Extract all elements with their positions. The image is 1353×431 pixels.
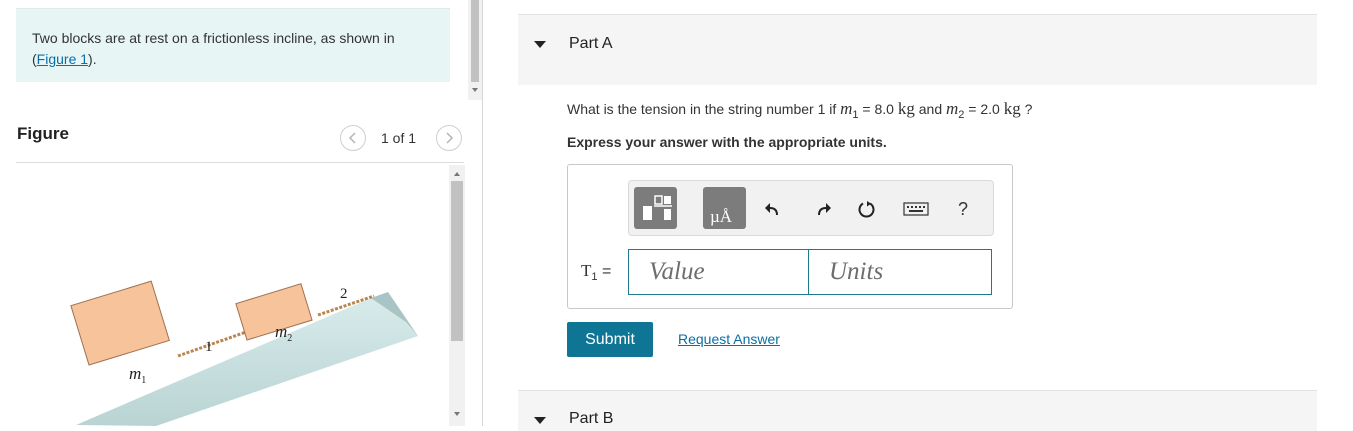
mu-angstrom-icon: µÅ [710, 207, 733, 226]
answer-var: T [581, 261, 592, 280]
figure-counter: 1 of 1 [381, 130, 417, 146]
question-end: ? [1020, 101, 1033, 117]
caret-down-icon[interactable] [534, 417, 546, 424]
math-toolbar: µÅ ? [628, 180, 994, 236]
value-placeholder: Value [649, 258, 705, 285]
question-prefix: What is the tension in the string number… [567, 101, 841, 117]
instruction-text: Express your answer with the appropriate… [567, 134, 887, 150]
m2-var: m [946, 99, 959, 118]
left-pane: Two blocks are at rest on a frictionless… [0, 0, 482, 426]
scroll-up-icon[interactable] [454, 172, 460, 176]
templates-button[interactable] [634, 187, 677, 229]
problem-text-suffix: ). [88, 51, 97, 67]
part-a-header[interactable]: Part A [518, 14, 1317, 85]
mass1-label: m1 [129, 364, 146, 386]
reset-button[interactable] [857, 199, 877, 219]
keyboard-icon [903, 202, 929, 216]
string2-label: 2 [340, 286, 348, 302]
m1-value: = 8.0 [858, 101, 898, 117]
units-placeholder: Units [829, 258, 884, 285]
incline-figure: m1 m2 1 2 [70, 280, 418, 426]
scroll-down-icon[interactable] [454, 412, 460, 416]
units-symbols-button[interactable]: µÅ [703, 187, 746, 229]
request-answer-link[interactable]: Request Answer [678, 331, 780, 347]
figure-next-button[interactable] [436, 125, 462, 151]
units-input[interactable]: Units [808, 249, 992, 295]
keyboard-button[interactable] [903, 199, 929, 219]
problem-text: Two blocks are at rest on a frictionless… [32, 28, 412, 70]
figure-prev-button[interactable] [340, 125, 366, 151]
figure-scrollbar-thumb[interactable] [451, 181, 463, 341]
part-b-label: Part B [569, 410, 614, 427]
figure-scrollbar[interactable] [449, 165, 465, 426]
problem-scrollbar[interactable] [468, 0, 482, 100]
question-text: What is the tension in the string number… [567, 99, 1032, 121]
value-input[interactable]: Value [628, 249, 809, 295]
part-b-header[interactable]: Part B [518, 390, 1317, 431]
chevron-left-icon [348, 132, 356, 144]
templates-icon [643, 195, 672, 220]
svg-text:µÅ: µÅ [710, 207, 733, 226]
redo-icon [818, 203, 831, 215]
answer-equals: = [597, 263, 612, 280]
m1-var: m [840, 99, 853, 118]
undo-icon [765, 203, 778, 215]
answer-box: µÅ ? T1 = Value Units [567, 164, 1013, 309]
m2-unit: kg [1003, 99, 1021, 118]
answer-label: T1 = [581, 261, 611, 283]
pane-divider [482, 0, 483, 426]
part-a-label: Part A [569, 35, 613, 52]
caret-down-icon[interactable] [534, 41, 546, 48]
figure-link[interactable]: Figure 1 [37, 51, 88, 67]
question-and: and [914, 101, 946, 117]
figure-divider [16, 162, 464, 163]
reset-icon [858, 201, 875, 218]
redo-button[interactable] [813, 199, 833, 219]
m2-value: = 2.0 [964, 101, 1004, 117]
string1-label: 1 [205, 339, 213, 355]
undo-button[interactable] [763, 199, 783, 219]
m1-unit: kg [897, 99, 915, 118]
scroll-down-icon[interactable] [472, 88, 478, 92]
problem-scrollbar-thumb[interactable] [471, 0, 479, 82]
chevron-right-icon [446, 132, 454, 144]
submit-button[interactable]: Submit [567, 322, 653, 357]
figure-title: Figure [17, 124, 69, 143]
problem-statement-box: Two blocks are at rest on a frictionless… [16, 8, 450, 82]
help-button[interactable]: ? [958, 199, 968, 220]
block-m1 [70, 280, 170, 366]
